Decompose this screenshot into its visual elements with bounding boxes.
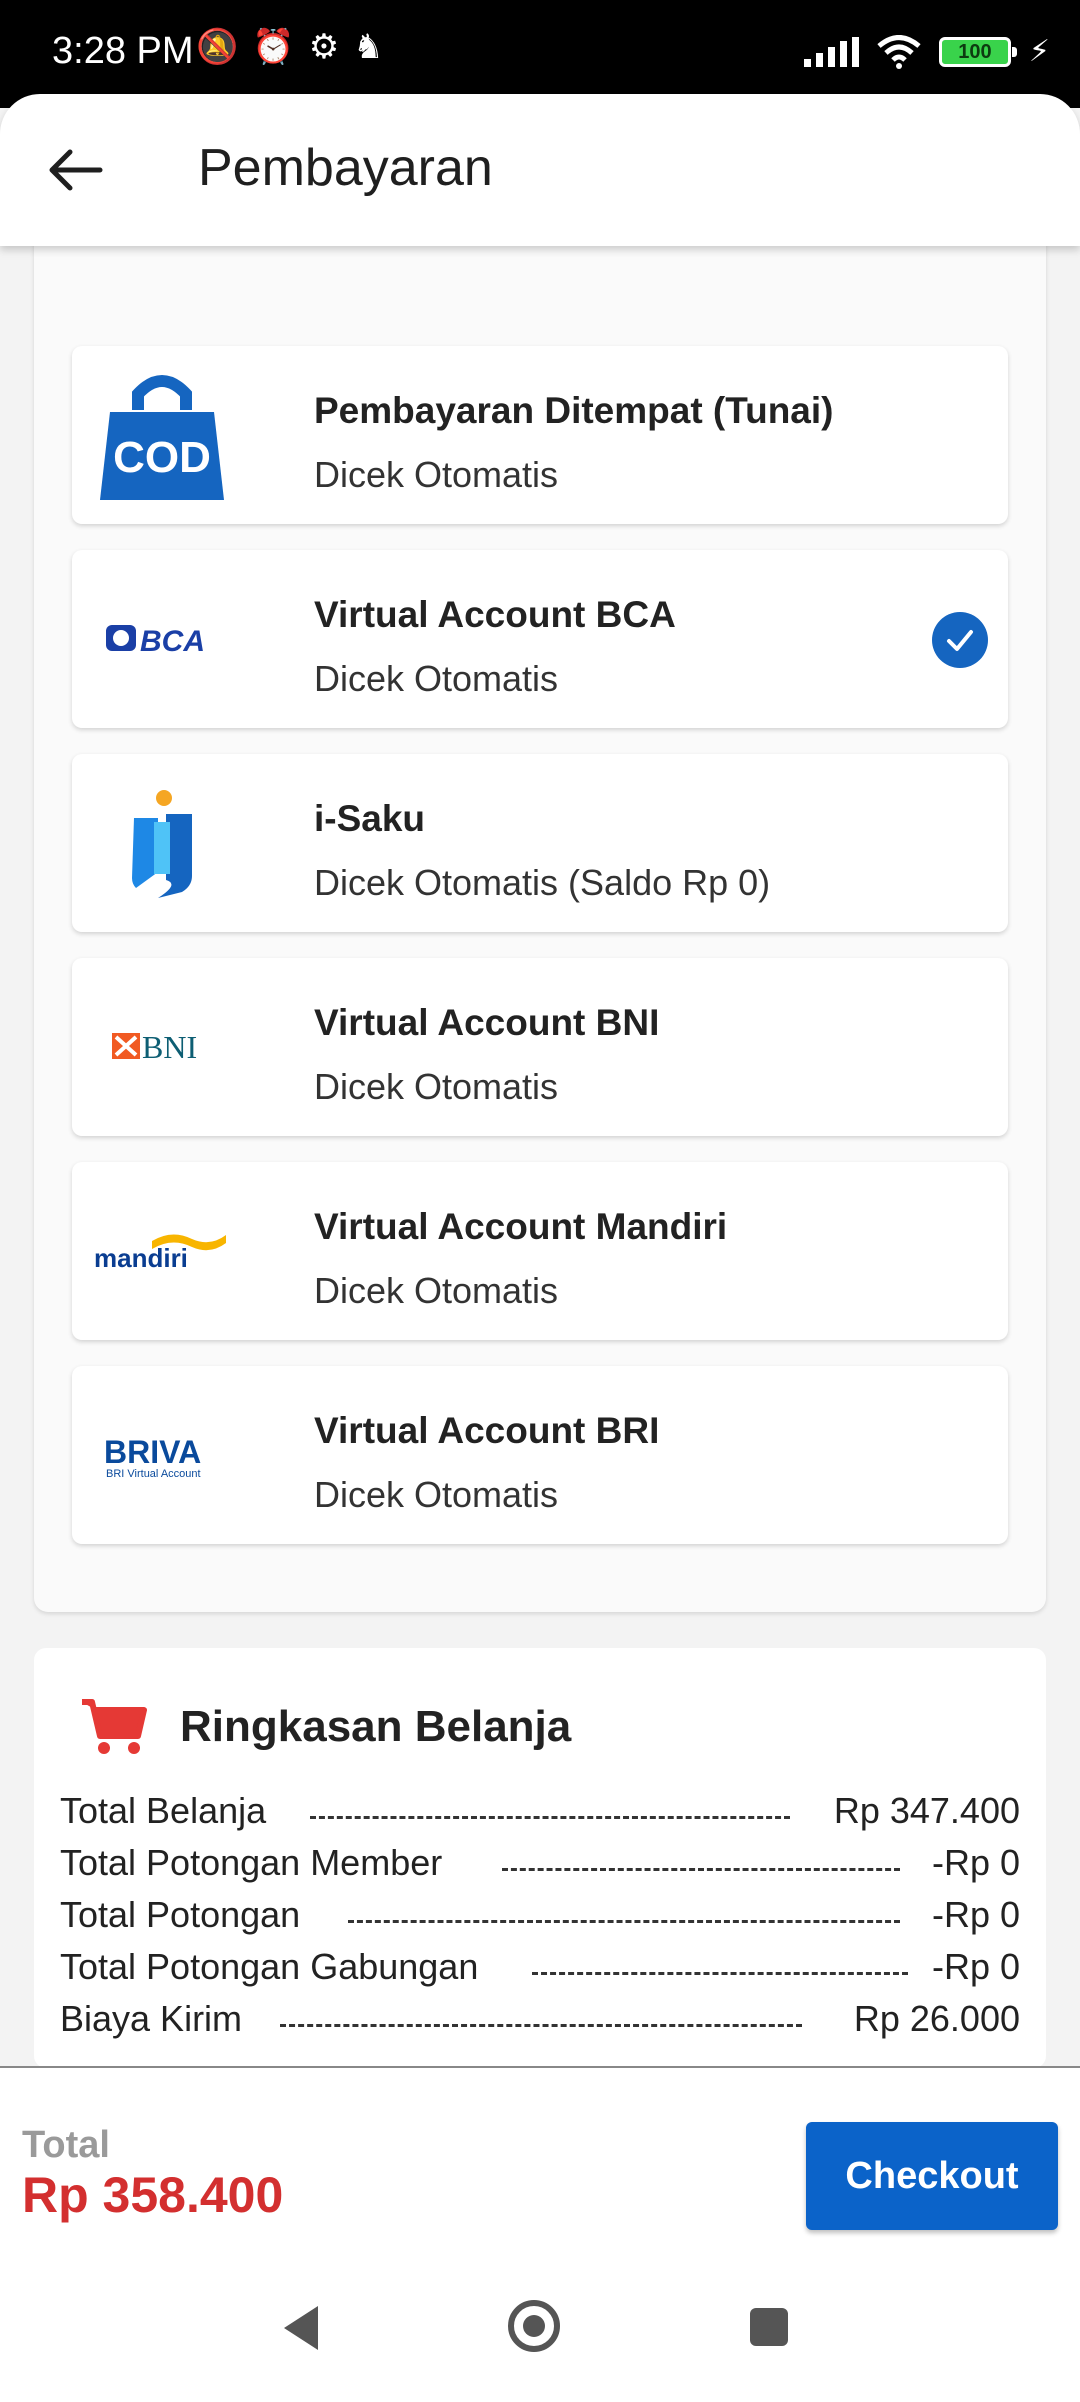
- summary-dotted-leader: [348, 1920, 900, 1923]
- summary-label: Total Potongan: [60, 1894, 301, 1935]
- status-system-icons: 100 ⚡: [803, 34, 1050, 69]
- payment-method-status: Dicek Otomatis (Saldo Rp 0): [314, 862, 771, 903]
- signal-icon: [803, 36, 859, 67]
- mandiri-logo-text: mandiri: [94, 1243, 188, 1273]
- status-notification-icons: 🔕 ⏰ ⚙ ♞: [196, 30, 384, 64]
- summary-dotted-leader: [310, 1816, 790, 1819]
- summary-row: Total Belanja Rp 347.400: [60, 1790, 1020, 1842]
- payment-method-status: Dicek Otomatis: [314, 1066, 559, 1107]
- status-bar: 3:28 PM 🔕 ⏰ ⚙ ♞ 100 ⚡: [0, 0, 1080, 108]
- payment-method-isaku[interactable]: i-Saku Dicek Otomatis (Saldo Rp 0): [72, 754, 1008, 932]
- status-time: 3:28 PM: [52, 30, 194, 72]
- briva-logo-subtext: BRI Virtual Account: [106, 1468, 201, 1480]
- page-title: Pembayaran: [198, 139, 493, 197]
- total-amount: Rp 358.400: [22, 2167, 284, 2223]
- payment-method-mandiri[interactable]: mandiri Virtual Account Mandiri Dicek Ot…: [72, 1162, 1008, 1340]
- payment-method-name: i-Saku: [314, 798, 426, 839]
- settings-icon: ⚙: [308, 28, 340, 66]
- summary-row: Total Potongan Gabungan -Rp 0: [60, 1946, 1020, 1998]
- summary-dotted-leader: [532, 1972, 908, 1975]
- summary-value: -Rp 0: [931, 1842, 1020, 1883]
- nav-back-icon[interactable]: [280, 2304, 320, 2352]
- isaku-logo: [92, 776, 232, 910]
- payment-method-name: Virtual Account BNI: [314, 1002, 660, 1043]
- payment-method-bri[interactable]: BRIVA BRI Virtual Account Virtual Accoun…: [72, 1366, 1008, 1544]
- total-label: Total: [22, 2124, 110, 2166]
- summary-dotted-leader: [280, 2024, 802, 2027]
- app-notification-icon: ♞: [353, 28, 384, 66]
- summary-value: Rp 347.400: [833, 1790, 1020, 1831]
- summary-label: Total Potongan Gabungan: [60, 1946, 479, 1987]
- bni-logo-text: BNI: [142, 1029, 197, 1065]
- summary-row: Total Potongan Member -Rp 0: [60, 1842, 1020, 1894]
- briva-logo: BRIVA BRI Virtual Account: [92, 1388, 232, 1522]
- payment-method-name: Virtual Account Mandiri: [314, 1206, 728, 1247]
- summary-value: -Rp 0: [931, 1946, 1020, 1987]
- wifi-icon: [877, 34, 921, 69]
- mute-icon: 🔕: [196, 28, 239, 66]
- charging-icon: ⚡: [1028, 35, 1050, 68]
- cod-bag-icon: COD: [92, 368, 232, 502]
- payment-method-status: Dicek Otomatis: [314, 1474, 559, 1515]
- payment-method-bca[interactable]: BCA Virtual Account BCA Dicek Otomatis: [72, 550, 1008, 728]
- shopping-cart-icon: [82, 1699, 147, 1754]
- payment-method-cod[interactable]: COD Pembayaran Ditempat (Tunai) Dicek Ot…: [72, 346, 1008, 524]
- summary-label: Total Potongan Member: [60, 1842, 443, 1883]
- payment-method-status: Dicek Otomatis: [314, 454, 559, 495]
- back-arrow-icon[interactable]: [40, 134, 112, 206]
- bni-logo: BNI: [92, 980, 232, 1114]
- payment-method-list: COD Pembayaran Ditempat (Tunai) Dicek Ot…: [34, 100, 1046, 1612]
- alarm-icon: ⏰: [252, 28, 295, 66]
- payment-method-name: Virtual Account BCA: [314, 594, 676, 635]
- bca-logo: BCA: [92, 572, 232, 706]
- summary-row: Biaya Kirim Rp 26.000: [60, 1998, 1020, 2050]
- payment-method-bni[interactable]: BNI Virtual Account BNI Dicek Otomatis: [72, 958, 1008, 1136]
- summary-value: Rp 26.000: [853, 1998, 1020, 2039]
- summary-dotted-leader: [502, 1868, 900, 1871]
- summary-label: Total Belanja: [60, 1790, 267, 1831]
- app-bar: Pembayaran: [0, 94, 1080, 246]
- payment-method-status: Dicek Otomatis: [314, 658, 559, 699]
- mandiri-logo: mandiri: [92, 1184, 232, 1318]
- selected-check-icon: [932, 612, 988, 668]
- summary-title: Ringkasan Belanja: [180, 1702, 572, 1751]
- briva-logo-text: BRIVA: [104, 1434, 201, 1470]
- shopping-summary: Ringkasan Belanja Total Belanja Rp 347.4…: [34, 1648, 1046, 2068]
- summary-row: Total Potongan -Rp 0: [60, 1894, 1020, 1946]
- battery-icon: 100: [938, 36, 1017, 67]
- checkout-button[interactable]: Checkout: [806, 2122, 1058, 2230]
- nav-recents-icon[interactable]: [750, 2308, 788, 2346]
- summary-value: -Rp 0: [931, 1894, 1020, 1935]
- payment-method-name: Pembayaran Ditempat (Tunai): [314, 390, 834, 431]
- payment-method-name: Virtual Account BRI: [314, 1410, 660, 1451]
- checkout-bar: Total Rp 358.400 Checkout: [0, 2066, 1080, 2402]
- payment-method-status: Dicek Otomatis: [314, 1270, 559, 1311]
- cod-logo-text: COD: [113, 433, 211, 482]
- summary-label: Biaya Kirim: [60, 1998, 243, 2039]
- nav-home-icon[interactable]: [508, 2300, 560, 2352]
- bca-logo-text: BCA: [140, 625, 205, 658]
